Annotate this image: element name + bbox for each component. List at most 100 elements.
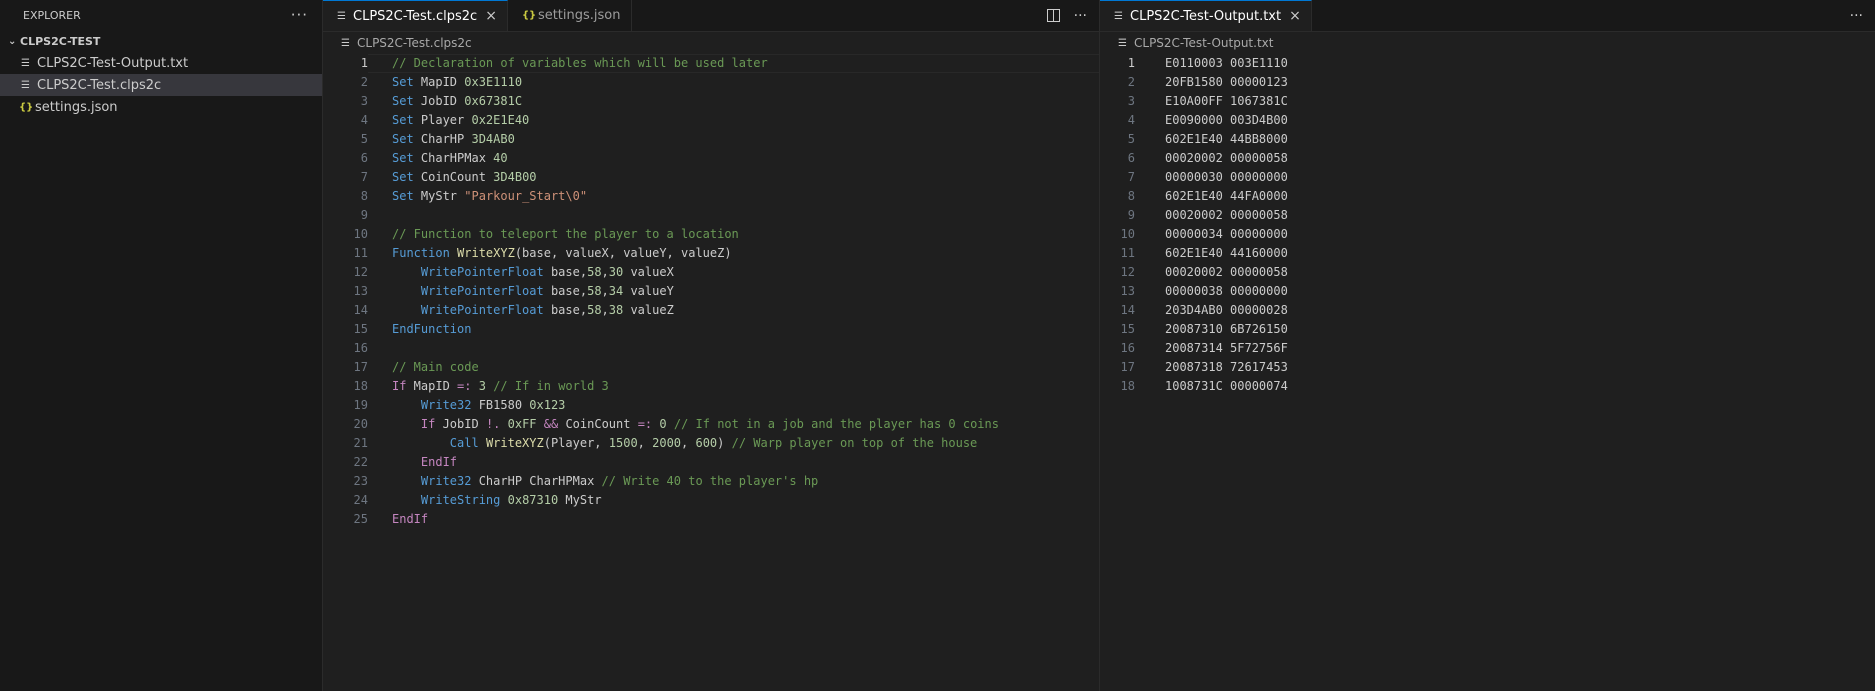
- tab-label: settings.json: [537, 8, 621, 23]
- line-text: If JobID !. 0xFF && CoinCount =: 0 // If…: [368, 415, 1099, 434]
- output-line[interactable]: 13 00000038 00000000: [1100, 282, 1875, 301]
- more-actions-icon[interactable]: ···: [1850, 8, 1863, 24]
- output-line[interactable]: 5 602E1E40 44BB8000: [1100, 130, 1875, 149]
- code-token: ): [717, 436, 732, 450]
- close-icon[interactable]: ×: [1289, 8, 1301, 24]
- line-number: 6: [360, 151, 368, 165]
- output-line[interactable]: 3 E10A00FF 1067381C: [1100, 92, 1875, 111]
- code-token: 3D4AB0: [471, 132, 515, 146]
- output-line[interactable]: 9 00020002 00000058: [1100, 206, 1875, 225]
- output-line[interactable]: 11 602E1E40 44160000: [1100, 244, 1875, 263]
- line-text: 00020002 00000058: [1165, 151, 1288, 165]
- code-line[interactable]: 20 If JobID !. 0xFF && CoinCount =: 0 //…: [323, 415, 1099, 434]
- output-line[interactable]: 7 00000030 00000000: [1100, 168, 1875, 187]
- file-item-clps2c[interactable]: ☰ CLPS2C-Test.clps2c: [0, 74, 322, 96]
- code-token: 600: [695, 436, 718, 450]
- more-actions-icon[interactable]: ···: [1074, 8, 1087, 24]
- output-line[interactable]: 17 20087318 72617453: [1100, 358, 1875, 377]
- explorer-more-icon[interactable]: ···: [291, 6, 308, 24]
- breadcrumb[interactable]: ☰ CLPS2C-Test-Output.txt: [1100, 32, 1875, 54]
- line-text: 602E1E40 44BB8000: [1165, 132, 1288, 146]
- line-text: EndIf: [368, 510, 1099, 529]
- editor-group-left: ☰ CLPS2C-Test.clps2c × {} settings.json …: [323, 0, 1100, 691]
- code-line[interactable]: 2 Set MapID 0x3E1110: [323, 73, 1099, 92]
- output-line[interactable]: 2 20FB1580 00000123: [1100, 73, 1875, 92]
- code-line[interactable]: 19 Write32 FB1580 0x123: [323, 396, 1099, 415]
- code-line[interactable]: 3 Set JobID 0x67381C: [323, 92, 1099, 111]
- tab-settings-json[interactable]: {} settings.json: [508, 0, 632, 31]
- tab-clps2c[interactable]: ☰ CLPS2C-Test.clps2c ×: [323, 0, 508, 31]
- line-number: 18: [1120, 379, 1135, 393]
- code-line[interactable]: 11 Function WriteXYZ(base, valueX, valueY…: [323, 244, 1099, 263]
- code-line[interactable]: 1 // Declaration of variables which will …: [323, 54, 1099, 73]
- code-token: CoinCount: [413, 170, 494, 184]
- code-token: 2000: [652, 436, 682, 450]
- file-item-output[interactable]: ☰ CLPS2C-Test-Output.txt: [0, 52, 322, 74]
- code-line[interactable]: 4 Set Player 0x2E1E40: [323, 111, 1099, 130]
- code-line[interactable]: 14 WritePointerFloat base,58,38 valueZ: [323, 301, 1099, 320]
- code-line[interactable]: 25 EndIf: [323, 510, 1099, 529]
- code-line[interactable]: 13 WritePointerFloat base,58,34 valueY: [323, 282, 1099, 301]
- code-line[interactable]: 10 // Function to teleport the player to …: [323, 225, 1099, 244]
- line-text: Set CharHP 3D4AB0: [368, 130, 1099, 149]
- line-text: WritePointerFloat base,58,38 valueZ: [368, 301, 1099, 320]
- code-token: Set: [392, 132, 414, 146]
- code-token: Set: [392, 94, 414, 108]
- code-token: ,: [601, 303, 609, 317]
- output-line[interactable]: 4 E0090000 003D4B00: [1100, 111, 1875, 130]
- line-number: 23: [353, 474, 368, 488]
- code-area[interactable]: 1 // Declaration of variables which will …: [323, 54, 1099, 529]
- code-line[interactable]: 15 EndFunction: [323, 320, 1099, 339]
- code-line[interactable]: 12 WritePointerFloat base,58,30 valueX: [323, 263, 1099, 282]
- output-line[interactable]: 10 00000034 00000000: [1100, 225, 1875, 244]
- code-line[interactable]: 6 Set CharHPMax 40: [323, 149, 1099, 168]
- code-line[interactable]: 23 Write32 CharHP CharHPMax // Write 40 …: [323, 472, 1099, 491]
- code-line[interactable]: 21 Call WriteXYZ(Player, 1500, 2000, 600…: [323, 434, 1099, 453]
- code-line[interactable]: 9: [323, 206, 1099, 225]
- line-number: 20: [353, 417, 368, 431]
- line-number: 17: [1120, 360, 1135, 374]
- output-line[interactable]: 14 203D4AB0 00000028: [1100, 301, 1875, 320]
- code-line[interactable]: 7 Set CoinCount 3D4B00: [323, 168, 1099, 187]
- code-line[interactable]: 24 WriteString 0x87310 MyStr: [323, 491, 1099, 510]
- output-line[interactable]: 18 1008731C 00000074: [1100, 377, 1875, 396]
- code-line[interactable]: 17 // Main code: [323, 358, 1099, 377]
- code-area[interactable]: 1 E0110003 003E1110 2 20FB1580 00000123 3 E10…: [1100, 54, 1875, 396]
- output-line[interactable]: 6 00020002 00000058: [1100, 149, 1875, 168]
- code-token: &&: [543, 417, 559, 431]
- close-icon[interactable]: ×: [485, 8, 497, 24]
- output-line[interactable]: 16 20087314 5F72756F: [1100, 339, 1875, 358]
- code-token: JobID: [413, 94, 465, 108]
- code-token: 3D4B00: [493, 170, 537, 184]
- code-token: WritePointerFloat: [420, 284, 544, 298]
- editor-group-right: ☰ CLPS2C-Test-Output.txt × ··· ☰ CLPS2C-…: [1100, 0, 1875, 691]
- explorer-sidebar: EXPLORER ··· ⌄ CLPS2C-TEST ☰ CLPS2C-Test…: [0, 0, 323, 691]
- line-text: 00020002 00000058: [1165, 208, 1288, 222]
- file-item-label: CLPS2C-Test-Output.txt: [37, 55, 189, 71]
- output-line[interactable]: 1 E0110003 003E1110: [1100, 54, 1875, 73]
- code-line[interactable]: 18 If MapID =: 3 // If in world 3: [323, 377, 1099, 396]
- code-token: 34: [608, 284, 624, 298]
- code-line[interactable]: 5 Set CharHP 3D4AB0: [323, 130, 1099, 149]
- split-editor-icon[interactable]: [1046, 9, 1060, 22]
- output-line[interactable]: 12 00020002 00000058: [1100, 263, 1875, 282]
- line-number: 17: [353, 360, 368, 374]
- output-line[interactable]: 15 20087310 6B726150: [1100, 320, 1875, 339]
- code-line[interactable]: 8 Set MyStr "Parkour_Start\0": [323, 187, 1099, 206]
- line-number: 2: [1127, 75, 1135, 89]
- code-token: 58: [587, 284, 602, 298]
- workspace-section-header[interactable]: ⌄ CLPS2C-TEST: [0, 30, 322, 52]
- line-number: 4: [360, 113, 368, 127]
- breadcrumb[interactable]: ☰ CLPS2C-Test.clps2c: [323, 32, 1099, 54]
- output-line[interactable]: 8 602E1E40 44FA0000: [1100, 187, 1875, 206]
- file-item-settings[interactable]: {} settings.json: [0, 96, 322, 118]
- code-line[interactable]: 16: [323, 339, 1099, 358]
- line-text: Set CharHPMax 40: [368, 149, 1099, 168]
- tab-output-txt[interactable]: ☰ CLPS2C-Test-Output.txt ×: [1100, 0, 1312, 31]
- code-line[interactable]: 22 EndIf: [323, 453, 1099, 472]
- code-token: CharHPMax: [413, 151, 494, 165]
